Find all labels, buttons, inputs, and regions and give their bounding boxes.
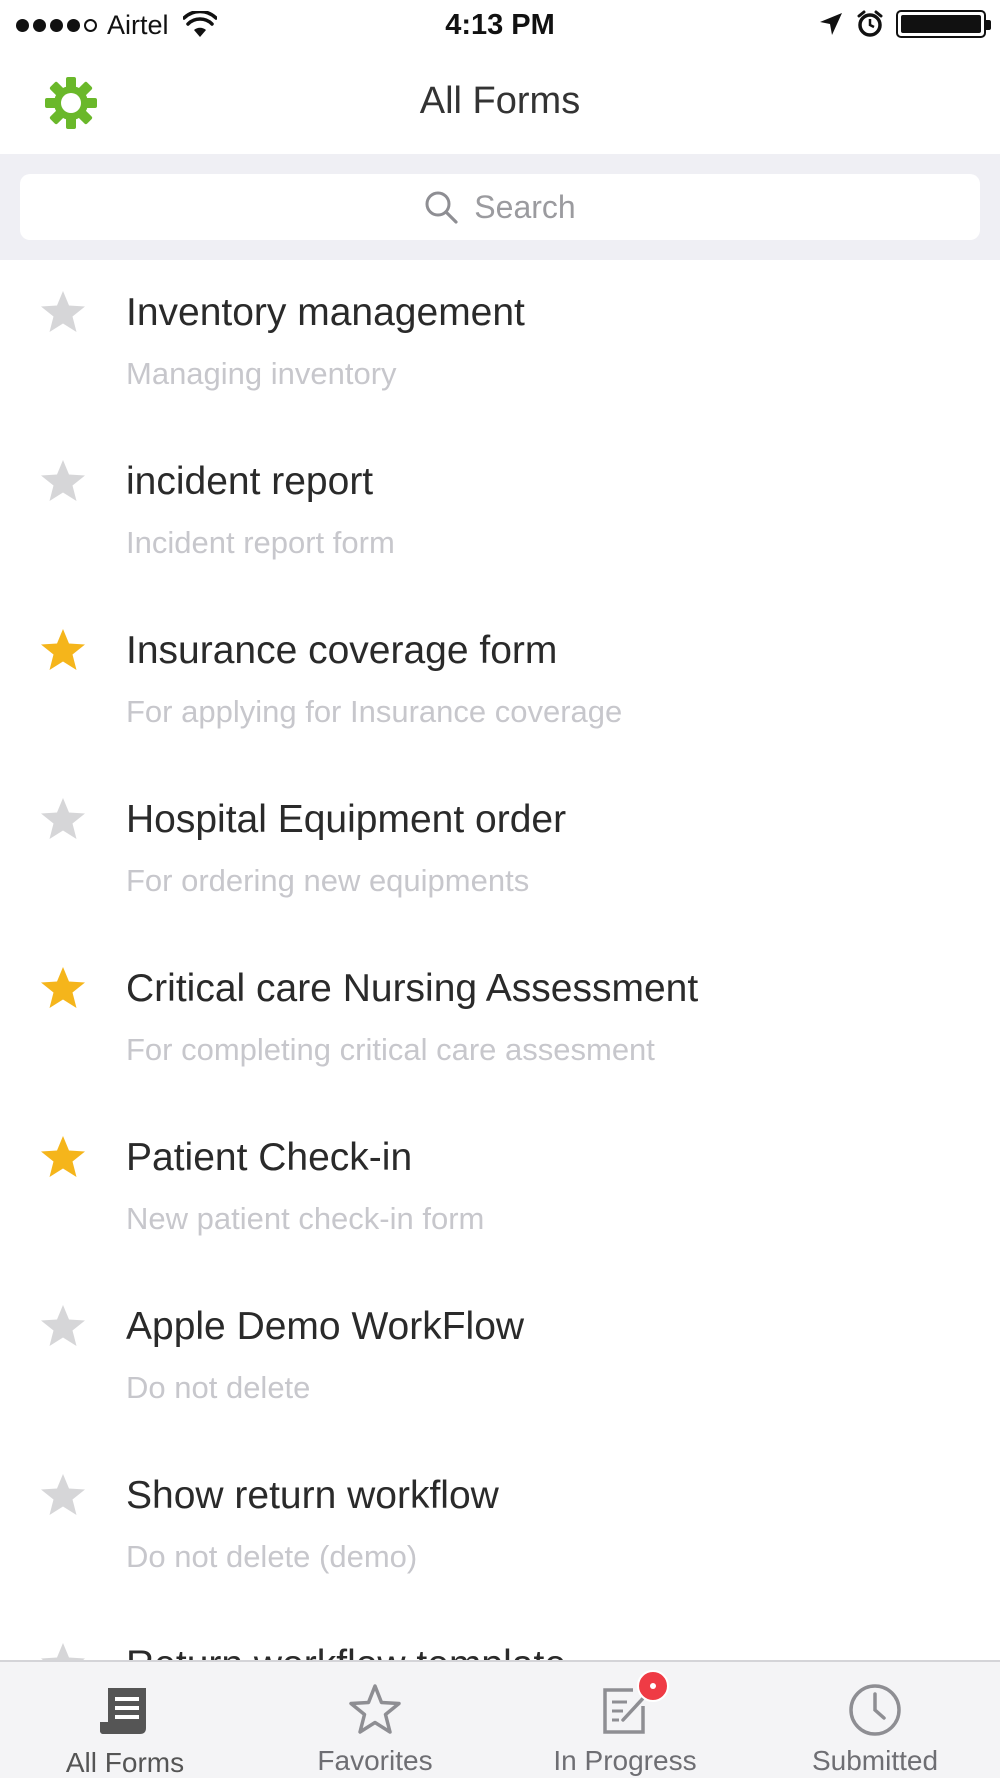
form-list-item[interactable]: Patient Check-in New patient check-in for… — [0, 1105, 1000, 1274]
form-title: Return workflow template — [126, 1640, 566, 1660]
tab-all-forms[interactable]: All Forms — [0, 1662, 250, 1778]
tab-favorites[interactable]: Favorites — [250, 1662, 500, 1778]
form-title: Patient Check-in — [126, 1136, 413, 1179]
notification-badge — [637, 1670, 669, 1702]
star-filled-icon[interactable] — [38, 626, 88, 676]
star-icon[interactable] — [38, 1471, 88, 1521]
form-title: Show return workflow — [126, 1474, 499, 1517]
tab-submitted[interactable]: Submitted — [750, 1662, 1000, 1778]
form-title: Insurance coverage form — [126, 629, 558, 672]
form-title: Inventory management — [126, 291, 525, 334]
form-description: For completing critical care assesment — [126, 1032, 655, 1067]
nav-bar: All Forms — [0, 50, 1000, 154]
tab-label: Submitted — [811, 1745, 939, 1776]
form-list-item[interactable]: Insurance coverage form For applying for … — [0, 598, 1000, 767]
search-icon — [425, 191, 458, 224]
forms-icon — [100, 1688, 146, 1734]
star-icon[interactable] — [38, 457, 88, 507]
form-description: Managing inventory — [126, 356, 397, 391]
star-icon[interactable] — [38, 1640, 88, 1660]
form-list-item[interactable]: incident report Incident report form — [0, 429, 1000, 598]
search-bar: Search — [0, 154, 1000, 260]
star-filled-icon[interactable] — [38, 964, 88, 1014]
form-list-item[interactable]: Return workflow template — [0, 1612, 1000, 1660]
location-arrow-icon — [820, 13, 842, 35]
star-filled-icon[interactable] — [38, 1133, 88, 1183]
tab-in-progress[interactable]: In Progress — [500, 1662, 750, 1778]
battery-icon — [896, 10, 991, 38]
form-description: For applying for Insurance coverage — [126, 694, 623, 729]
status-bar: Airtel 4:13 PM — [0, 0, 1000, 50]
form-title: Critical care Nursing Assessment — [126, 967, 699, 1010]
clock-icon — [849, 1684, 901, 1736]
form-list-item[interactable]: Show return workflow Do not delete (demo) — [0, 1443, 1000, 1612]
form-description: For ordering new equipments — [126, 863, 530, 898]
search-input[interactable]: Search — [20, 174, 980, 240]
alarm-icon — [857, 10, 883, 37]
form-description: Do not delete (demo) — [126, 1539, 418, 1574]
form-description: New patient check-in form — [126, 1201, 485, 1236]
tab-label: All Forms — [65, 1747, 185, 1778]
tab-label: In Progress — [553, 1745, 697, 1776]
star-icon[interactable] — [38, 795, 88, 845]
form-list-item[interactable]: Hospital Equipment order For ordering new… — [0, 767, 1000, 936]
form-title: Apple Demo WorkFlow — [126, 1305, 525, 1348]
tab-label: Favorites — [317, 1745, 433, 1776]
forms-list: Inventory management Managing inventory in… — [0, 260, 1000, 1660]
search-placeholder: Search — [474, 188, 576, 225]
form-list-item[interactable]: Inventory management Managing inventory — [0, 260, 1000, 429]
page-title: All Forms — [419, 80, 581, 122]
star-icon[interactable] — [38, 1302, 88, 1352]
form-title: incident report — [126, 460, 374, 503]
star-icon[interactable] — [38, 288, 88, 338]
form-description: Do not delete — [126, 1370, 311, 1405]
form-description: Incident report form — [126, 525, 395, 560]
form-list-item[interactable]: Apple Demo WorkFlow Do not delete — [0, 1274, 1000, 1443]
form-list-item[interactable]: Critical care Nursing Assessment For comp… — [0, 936, 1000, 1105]
form-title: Hospital Equipment order — [126, 798, 567, 841]
tab-bar: All Forms Favorites In Progress Submitte… — [0, 1660, 1000, 1778]
star-icon — [349, 1684, 401, 1734]
